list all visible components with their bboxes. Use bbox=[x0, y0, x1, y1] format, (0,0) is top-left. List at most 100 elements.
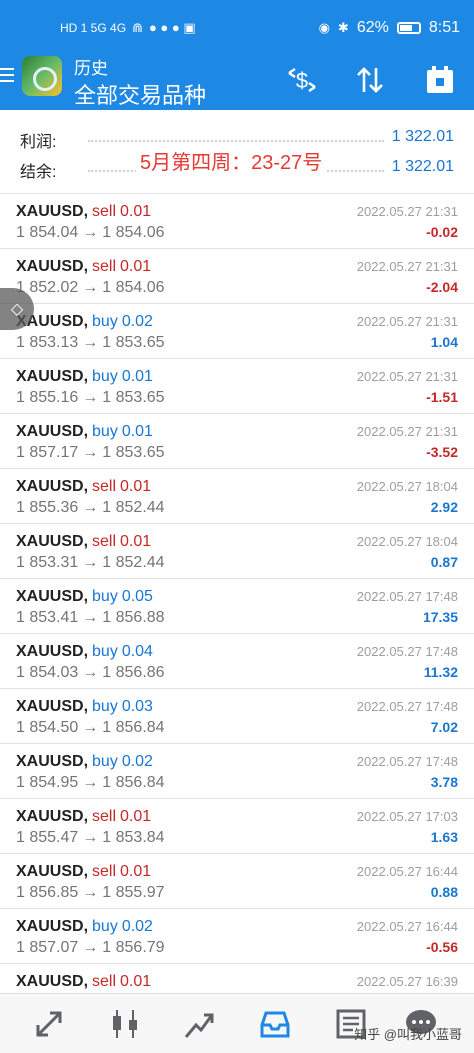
menu-icon[interactable] bbox=[0, 68, 14, 86]
svg-text:$: $ bbox=[296, 68, 308, 93]
trade-row[interactable]: XAUUSD, buy 0.01 1 855.16 → 1 853.65 2022.05.2… bbox=[0, 359, 474, 414]
trade-time: 2022.05.27 18:04 bbox=[356, 479, 458, 494]
notification-icons: ● ● ● ▣ bbox=[148, 20, 196, 35]
symbol-filter[interactable]: 全部交易品种 bbox=[74, 78, 206, 110]
trade-time: 2022.05.27 17:48 bbox=[356, 644, 458, 659]
trade-prices: 1 855.36 → 1 852.44 bbox=[16, 499, 165, 517]
symbol-text: XAUUSD, bbox=[16, 808, 89, 825]
trade-profit: 0.88 bbox=[430, 884, 458, 900]
arrow-icon: → bbox=[82, 609, 99, 626]
trade-time: 2022.05.27 21:31 bbox=[356, 424, 458, 439]
trade-side: sell bbox=[92, 808, 117, 825]
trade-row[interactable]: XAUUSD, buy 0.03 1 854.50 → 1 856.84 2022.05.2… bbox=[0, 689, 474, 744]
trade-row[interactable]: XAUUSD, sell 0.01 1 853.31 → 1 852.44 2022.05.… bbox=[0, 524, 474, 579]
chart-icon[interactable] bbox=[100, 1000, 150, 1048]
trade-profit: -0.02 bbox=[426, 224, 458, 240]
trade-time: 2022.05.27 16:44 bbox=[356, 919, 458, 934]
trade-row[interactable]: XAUUSD, buy 0.02 1 854.95 → 1 856.84 2022.05.2… bbox=[0, 744, 474, 799]
trade-volume: 0.01 bbox=[120, 203, 152, 220]
trade-prices: 1 854.50 → 1 856.84 bbox=[16, 719, 165, 737]
calendar-icon[interactable] bbox=[420, 60, 460, 100]
trade-row[interactable]: XAUUSD, sell 0.01 1 852.02 → 1 854.06 2022.05.… bbox=[0, 249, 474, 304]
trade-symbol: XAUUSD, buy 0.05 bbox=[16, 588, 153, 606]
week-annotation: 5月第四周：23-27号 bbox=[136, 146, 327, 175]
trade-side: buy bbox=[92, 423, 118, 440]
trade-profit: -0.56 bbox=[426, 939, 458, 955]
battery-icon bbox=[396, 22, 421, 34]
open-price: 1 856.85 bbox=[16, 884, 79, 901]
close-price: 1 852.44 bbox=[102, 499, 165, 516]
trade-side: buy bbox=[92, 698, 118, 715]
trade-prices: 1 854.03 → 1 856.86 bbox=[16, 664, 165, 682]
trade-profit: 7.02 bbox=[430, 719, 458, 735]
arrow-icon: → bbox=[82, 939, 99, 956]
symbol-text: XAUUSD, bbox=[16, 423, 89, 440]
trade-volume: 0.02 bbox=[121, 313, 153, 330]
trade-volume: 0.01 bbox=[120, 478, 152, 495]
trade-symbol: XAUUSD, sell 0.01 bbox=[16, 533, 151, 551]
trade-volume: 0.01 bbox=[121, 368, 153, 385]
trade-row[interactable]: XAUUSD, buy 0.01 1 857.17 → 1 853.65 2022.05.2… bbox=[0, 414, 474, 469]
trade-time: 2022.05.27 17:48 bbox=[356, 589, 458, 604]
trade-row[interactable]: XAUUSD, sell 0.01 1 855.47 → 1 853.84 2022.05.… bbox=[0, 799, 474, 854]
arrow-icon: → bbox=[82, 499, 99, 516]
trade-time: 2022.05.27 17:48 bbox=[356, 754, 458, 769]
trade-prices: 1 856.85 → 1 855.97 bbox=[16, 884, 165, 902]
symbol-text: XAUUSD, bbox=[16, 203, 89, 220]
app-logo[interactable] bbox=[22, 56, 62, 96]
trade-row[interactable]: XAUUSD, buy 0.02 1 857.07 → 1 856.79 2022.05.2… bbox=[0, 909, 474, 964]
currency-exchange-icon[interactable]: $ bbox=[282, 60, 322, 100]
trade-row[interactable]: XAUUSD, sell 0.01 1 855.36 → 1 852.44 2022.05.… bbox=[0, 469, 474, 524]
trade-symbol: XAUUSD, buy 0.02 bbox=[16, 313, 153, 331]
trade-row[interactable]: XAUUSD, buy 0.04 1 854.03 → 1 856.86 2022.05.2… bbox=[0, 634, 474, 689]
trade-symbol: XAUUSD, sell 0.01 bbox=[16, 203, 151, 221]
trade-profit: -3.52 bbox=[426, 444, 458, 460]
open-price: 1 854.04 bbox=[16, 224, 79, 241]
eye-icon: ◉ bbox=[318, 20, 330, 35]
open-price: 1 855.47 bbox=[16, 829, 79, 846]
open-price: 1 855.16 bbox=[16, 389, 79, 406]
arrow-icon: → bbox=[82, 774, 99, 791]
trade-prices: 1 853.31 → 1 852.44 bbox=[16, 554, 165, 572]
trade-profit: 1.04 bbox=[430, 334, 458, 350]
quotes-icon[interactable] bbox=[24, 1000, 74, 1048]
trade-time: 2022.05.27 18:04 bbox=[356, 534, 458, 549]
arrow-icon: → bbox=[82, 389, 99, 406]
trade-side: buy bbox=[92, 918, 118, 935]
close-price: 1 855.97 bbox=[102, 884, 165, 901]
symbol-text: XAUUSD, bbox=[16, 863, 89, 880]
trade-volume: 0.01 bbox=[120, 533, 152, 550]
trade-side: buy bbox=[92, 368, 118, 385]
arrow-icon: → bbox=[82, 224, 99, 241]
trade-profit: 1.63 bbox=[430, 829, 458, 845]
close-price: 1 853.65 bbox=[102, 444, 165, 461]
trade-row[interactable]: XAUUSD, buy 0.02 1 853.13 → 1 853.65 2022.05.2… bbox=[0, 304, 474, 359]
trade-volume: 0.03 bbox=[121, 698, 153, 715]
trade-symbol: XAUUSD, buy 0.01 bbox=[16, 368, 153, 386]
trade-volume: 0.05 bbox=[121, 588, 153, 605]
status-right: ◉ ✱ 62% 8:51 bbox=[319, 19, 460, 37]
close-price: 1 852.44 bbox=[102, 554, 165, 571]
trade-prices: 1 857.17 → 1 853.65 bbox=[16, 444, 165, 462]
trade-time: 2022.05.27 21:31 bbox=[356, 259, 458, 274]
trade-profit: -2.04 bbox=[426, 279, 458, 295]
open-price: 1 853.41 bbox=[16, 609, 79, 626]
trade-row[interactable]: XAUUSD, sell 0.01 1 856.85 → 1 855.97 2022.05.… bbox=[0, 854, 474, 909]
trade-row[interactable]: XAUUSD, buy 0.05 1 853.41 → 1 856.88 2022.05.2… bbox=[0, 579, 474, 634]
trade-time: 2022.05.27 21:31 bbox=[356, 369, 458, 384]
sort-icon[interactable] bbox=[350, 60, 390, 100]
clock: 8:51 bbox=[428, 19, 460, 36]
close-price: 1 853.65 bbox=[102, 389, 165, 406]
arrow-icon: → bbox=[82, 829, 99, 846]
trade-time: 2022.05.27 17:48 bbox=[356, 699, 458, 714]
trade-icon[interactable] bbox=[174, 1000, 224, 1048]
open-price: 1 857.17 bbox=[16, 444, 79, 461]
trade-symbol: XAUUSD, sell 0.01 bbox=[16, 973, 151, 991]
trade-volume: 0.01 bbox=[120, 973, 152, 990]
trade-row[interactable]: XAUUSD, sell 0.01 1 854.04 → 1 854.06 2022.05.… bbox=[0, 194, 474, 249]
trade-volume: 0.01 bbox=[120, 258, 152, 275]
watermark: 知乎 @叫我小蓝哥 bbox=[354, 1027, 462, 1042]
history-icon[interactable] bbox=[250, 1000, 300, 1048]
summary-panel: 利润: 1 322.01 结余: 1 322.01 5月第四周：23-27号 bbox=[0, 110, 474, 194]
trade-volume: 0.02 bbox=[121, 918, 153, 935]
